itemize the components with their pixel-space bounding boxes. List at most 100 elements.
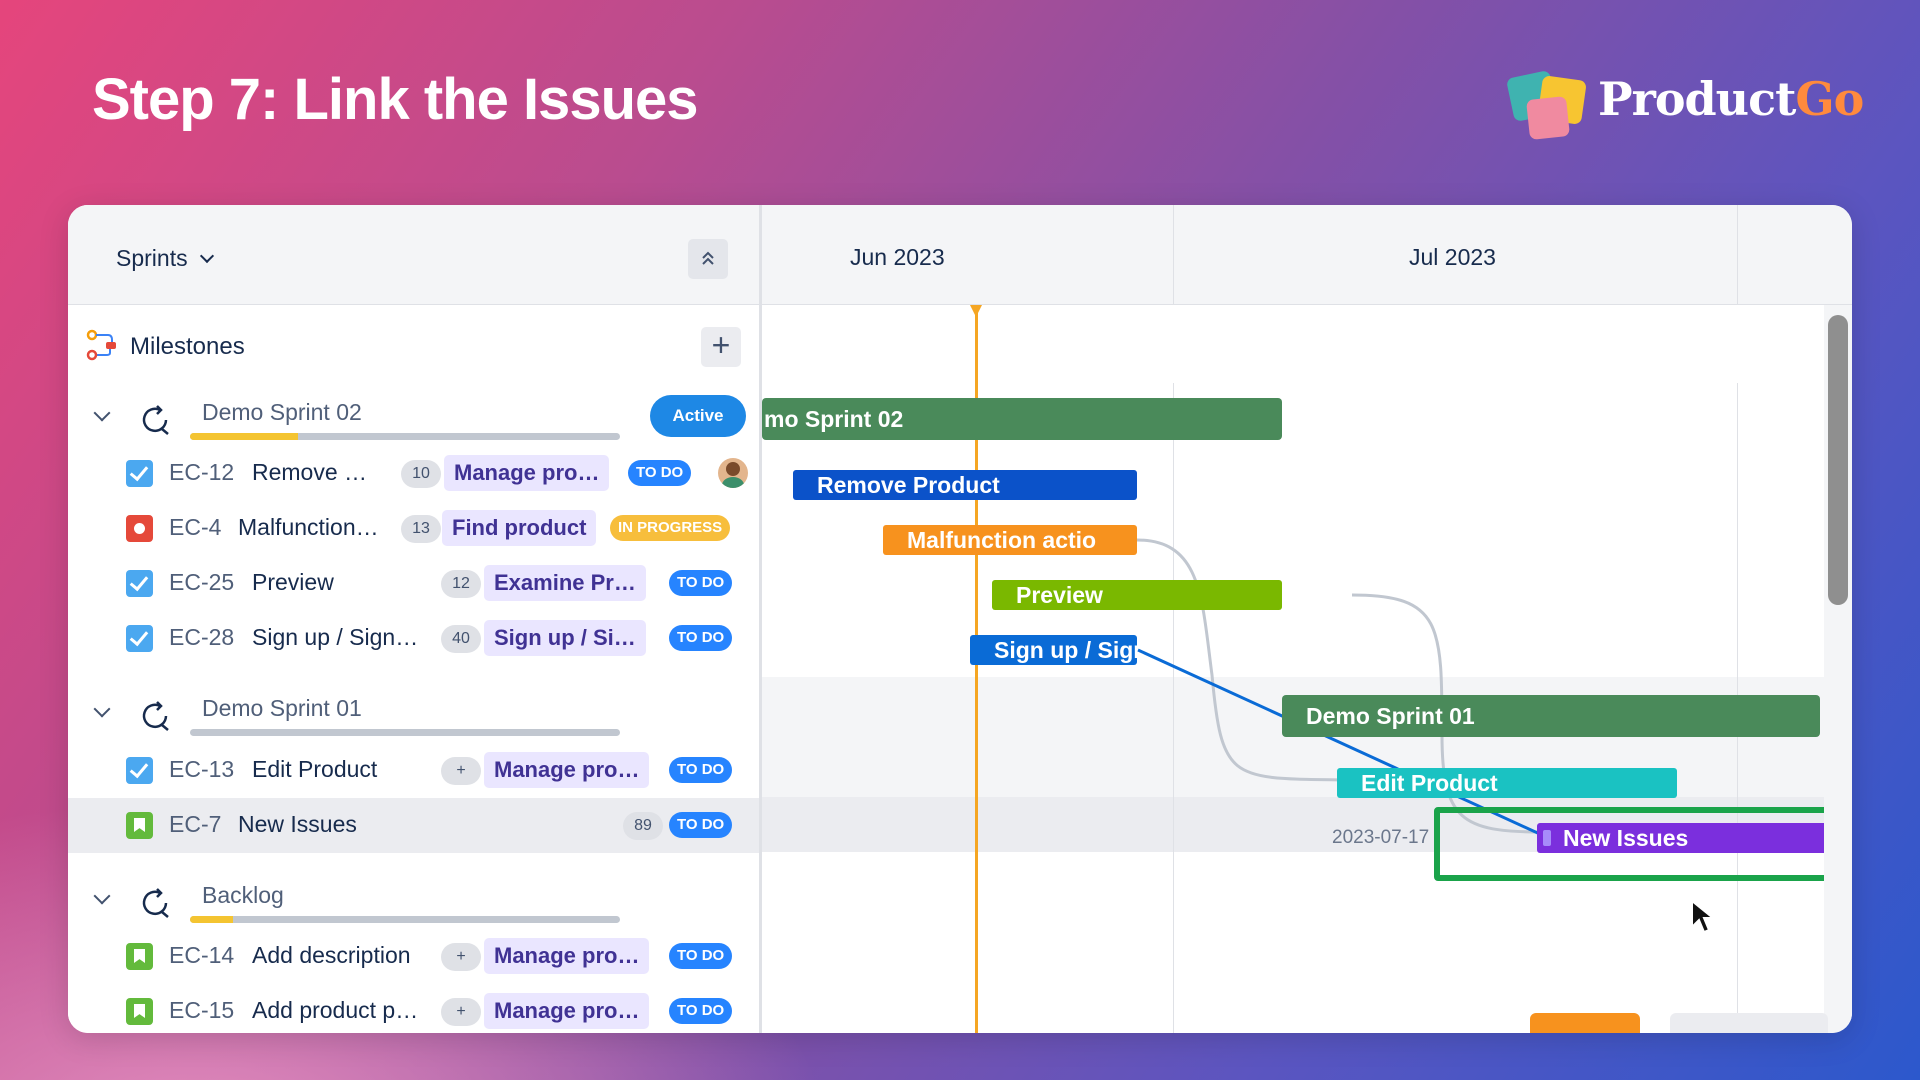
sprint-cycle-icon	[142, 888, 169, 918]
issue-key[interactable]: EC-4	[169, 514, 221, 541]
issue-row[interactable]: EC-28 Sign up / Sign… 40 Sign up / Si… T…	[68, 611, 759, 666]
issue-row-selected[interactable]: EC-7 New Issues 89 TO DO	[68, 798, 759, 853]
highlight-box	[1434, 807, 1845, 881]
gantt-bar-preview[interactable]: Preview	[992, 580, 1282, 610]
issue-title[interactable]: Sign up / Sign…	[252, 624, 418, 651]
collapse-all-button[interactable]	[688, 239, 728, 279]
sprint-name[interactable]: Backlog	[202, 882, 284, 909]
issue-title[interactable]: Remove …	[252, 459, 367, 486]
sprint-progress-bar	[190, 433, 620, 440]
active-badge[interactable]: Active	[650, 395, 746, 437]
mouse-cursor-icon	[1691, 899, 1716, 934]
gantt-bar-edit-product[interactable]: Edit Product	[1337, 768, 1677, 798]
gantt-bar-signup[interactable]: Sign up / Sign ir	[970, 635, 1137, 665]
issue-row[interactable]: EC-15 Add product p… + Manage pro… TO DO	[68, 984, 759, 1033]
status-badge[interactable]: TO DO	[628, 460, 692, 486]
vertical-scrollbar[interactable]	[1824, 305, 1852, 1033]
status-badge[interactable]: TO DO	[669, 943, 733, 969]
task-checkbox-icon	[126, 625, 153, 652]
chevron-down-icon[interactable]	[93, 887, 111, 905]
status-badge[interactable]: TO DO	[669, 812, 733, 838]
status-badge[interactable]: TO DO	[669, 757, 733, 783]
issue-key[interactable]: EC-13	[169, 756, 234, 783]
story-points-badge: 13	[401, 515, 441, 543]
avatar[interactable]	[718, 458, 748, 488]
issue-row[interactable]: EC-13 Edit Product + Manage pro… TO DO	[68, 743, 759, 798]
issue-title[interactable]: Preview	[252, 569, 334, 596]
sprint-cycle-icon	[142, 405, 169, 435]
epic-label[interactable]: Sign up / Si…	[484, 620, 646, 656]
plus-icon: +	[711, 327, 731, 363]
epic-label[interactable]: Manage pro…	[444, 455, 610, 491]
gantt-bar-sprint-01[interactable]: Demo Sprint 01	[1282, 695, 1820, 737]
issue-title[interactable]: Add product p…	[252, 997, 418, 1024]
issue-key[interactable]: EC-7	[169, 811, 221, 838]
story-points-badge: 10	[401, 460, 441, 488]
task-checkbox-icon	[126, 570, 153, 597]
status-badge[interactable]: TO DO	[669, 625, 733, 651]
months-zoom-button[interactable]	[1670, 1013, 1828, 1033]
today-button[interactable]	[1530, 1013, 1640, 1033]
story-points-badge: +	[441, 943, 481, 971]
dependency-links	[1136, 538, 1543, 837]
chevron-down-icon	[199, 248, 214, 263]
sprint-row[interactable]: Demo Sprint 01	[68, 687, 759, 742]
issue-key[interactable]: EC-15	[169, 997, 234, 1024]
milestones-row: Milestones +	[68, 305, 759, 385]
slide-title: Step 7: Link the Issues	[92, 67, 699, 132]
issue-title[interactable]: Edit Product	[252, 756, 377, 783]
sprint-name[interactable]: Demo Sprint 02	[202, 399, 362, 426]
story-points-badge: 40	[441, 625, 481, 653]
issue-row[interactable]: EC-12 Remove … 10 Manage pro… TO DO	[68, 446, 759, 501]
task-checkbox-icon	[126, 460, 153, 487]
epic-label[interactable]: Find product	[442, 510, 597, 546]
add-milestone-button[interactable]: +	[701, 327, 741, 367]
chevron-down-icon[interactable]	[93, 404, 111, 422]
status-badge[interactable]: IN PROGRESS	[610, 515, 731, 541]
issue-row[interactable]: EC-25 Preview 12 Examine Pr… TO DO	[68, 556, 759, 611]
story-bookmark-icon	[126, 998, 153, 1025]
sprints-dropdown[interactable]: Sprints	[116, 245, 214, 272]
milestones-label: Milestones	[130, 333, 245, 360]
list-header: Sprints	[68, 205, 759, 305]
sprints-dropdown-label: Sprints	[116, 245, 188, 271]
bug-icon	[126, 515, 153, 542]
gantt-bar-malfunction[interactable]: Malfunction actio	[883, 525, 1137, 555]
task-checkbox-icon	[126, 757, 153, 784]
scrollbar-thumb[interactable]	[1828, 315, 1848, 605]
roadmap-panel: Sprints Milestones + Demo Sprint 02 Acti…	[68, 205, 1852, 1033]
issue-key[interactable]: EC-14	[169, 942, 234, 969]
issue-key[interactable]: EC-12	[169, 459, 234, 486]
issue-row[interactable]: EC-14 Add description + Manage pro… TO D…	[68, 929, 759, 984]
timeline-pane: Jun 2023 Jul 2023 mo Sprint 02 Remove Pr…	[762, 205, 1852, 1033]
status-badge[interactable]: TO DO	[669, 570, 733, 596]
epic-label[interactable]: Manage pro…	[484, 938, 650, 974]
story-points-badge: +	[441, 998, 481, 1026]
issue-row[interactable]: EC-4 Malfunction… 13 Find product IN PRO…	[68, 501, 759, 556]
issue-title[interactable]: Add description	[252, 942, 411, 969]
issue-key[interactable]: EC-25	[169, 569, 234, 596]
story-bookmark-icon	[126, 812, 153, 839]
epic-label[interactable]: Manage pro…	[484, 752, 650, 788]
sprint-name[interactable]: Demo Sprint 01	[202, 695, 362, 722]
epic-label[interactable]: Manage pro…	[484, 993, 650, 1029]
issue-title[interactable]: Malfunction…	[238, 514, 379, 541]
backlog-row[interactable]: Backlog	[68, 874, 759, 929]
productgo-logo: ProductGo	[1500, 64, 1864, 144]
gantt-bar-sprint-02[interactable]: mo Sprint 02	[762, 398, 1282, 440]
issue-key[interactable]: EC-28	[169, 624, 234, 651]
epic-label[interactable]: Examine Pr…	[484, 565, 646, 601]
status-badge[interactable]: TO DO	[669, 998, 733, 1024]
sprint-row[interactable]: Demo Sprint 02 Active	[68, 391, 759, 446]
story-points-badge: 12	[441, 570, 481, 598]
sprint-cycle-icon	[142, 701, 169, 731]
issue-title[interactable]: New Issues	[238, 811, 357, 838]
date-tooltip: 2023-07-17	[1332, 827, 1430, 848]
chevron-down-icon[interactable]	[93, 700, 111, 718]
issue-list-pane: Sprints Milestones + Demo Sprint 02 Acti…	[68, 205, 762, 1033]
story-bookmark-icon	[126, 943, 153, 970]
story-points-badge: +	[441, 757, 481, 785]
milestone-icon	[86, 329, 116, 361]
sprint-progress-bar	[190, 916, 620, 923]
gantt-bar-remove-product[interactable]: Remove Product	[793, 470, 1137, 500]
